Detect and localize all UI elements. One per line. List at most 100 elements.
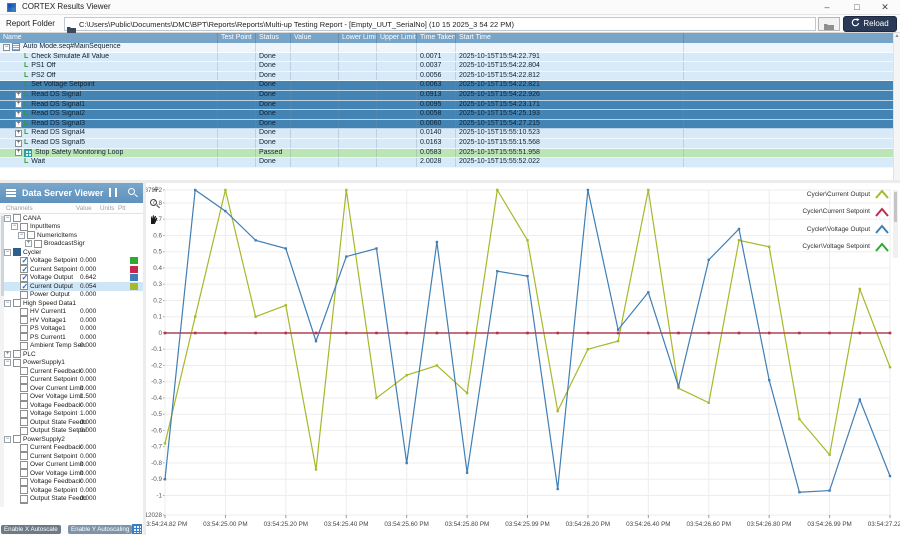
expand-box-icon[interactable]: + <box>15 149 22 156</box>
channel-row[interactable]: Ambient Temp Sen:0.000 <box>4 342 143 351</box>
channel-row[interactable]: HV Voltage10.000 <box>4 316 143 325</box>
channel-row[interactable]: −NumericItems <box>4 231 143 240</box>
expand-box-icon[interactable]: + <box>15 130 22 137</box>
result-row[interactable]: LWaitDone2.00282025-10-15T15:55:52.022 <box>0 158 893 168</box>
search-icon[interactable] <box>128 188 135 195</box>
expand-box-icon[interactable]: + <box>15 121 22 128</box>
collapse-box-icon[interactable]: − <box>18 232 25 239</box>
channel-row[interactable]: Over Voltage Limit0.000 <box>4 469 143 478</box>
col-time-taken[interactable]: Time Taken <box>417 33 456 43</box>
channel-checkbox[interactable] <box>20 257 28 265</box>
result-row[interactable]: LPS2 OffDone0.00562025-10-15T15:54:22.81… <box>0 72 893 82</box>
channel-checkbox[interactable] <box>20 410 28 418</box>
table-view-icon[interactable] <box>132 524 142 534</box>
zoom-tool-icon[interactable] <box>150 199 157 206</box>
expand-box-icon[interactable]: + <box>4 351 11 358</box>
result-row[interactable]: +LRead DS SignalDone0.09132025-10-15T15:… <box>0 91 893 101</box>
legend-scrollbar[interactable] <box>893 190 898 258</box>
result-row[interactable]: +LRead DS Signal4Done0.01402025-10-15T15… <box>0 129 893 139</box>
channel-checkbox[interactable] <box>13 350 21 358</box>
result-row[interactable]: +LRead DS Signal1Done0.00952025-10-15T15… <box>0 101 893 111</box>
result-row[interactable]: LCheck Simulate All ValueDone0.00712025-… <box>0 53 893 63</box>
legend-entry[interactable]: Cycler\Current Setpoint <box>670 207 890 217</box>
channel-checkbox[interactable] <box>20 384 28 392</box>
channel-checkbox[interactable] <box>20 325 28 333</box>
expand-box-icon[interactable]: + <box>15 140 22 147</box>
channel-row[interactable]: Over Current Limit0.000 <box>4 384 143 393</box>
expand-box-icon[interactable]: + <box>15 111 22 118</box>
channel-checkbox[interactable] <box>20 376 28 384</box>
col-test-point[interactable]: Test Point <box>218 33 256 43</box>
channel-checkbox[interactable] <box>34 240 42 248</box>
channel-checkbox[interactable] <box>13 214 21 222</box>
channel-row[interactable]: Voltage Setpoint0.000 <box>4 486 143 495</box>
channel-row[interactable]: −Cycler <box>4 248 143 257</box>
col-upper-limit[interactable]: Upper Limit <box>377 33 417 43</box>
channel-row[interactable]: Current Setpoint0.000 <box>4 265 143 274</box>
channel-checkbox[interactable] <box>20 478 28 486</box>
channel-checkbox[interactable] <box>20 274 28 282</box>
channel-checkbox[interactable] <box>20 367 28 375</box>
channel-row[interactable]: −PowerSupply2 <box>4 435 143 444</box>
report-folder-path-input[interactable] <box>64 17 816 31</box>
col-start-time[interactable]: Start Time <box>456 33 684 43</box>
channel-row[interactable]: −High Speed Data1 <box>4 299 143 308</box>
channel-row[interactable]: Output State Setpoi0.000 <box>4 427 143 436</box>
channel-checkbox[interactable] <box>13 359 21 367</box>
channel-checkbox[interactable] <box>20 393 28 401</box>
close-button[interactable]: ✕ <box>872 0 898 14</box>
channel-checkbox[interactable] <box>20 316 28 324</box>
expand-box-icon[interactable]: + <box>25 240 32 247</box>
enable-x-autoscale-button[interactable]: Enable X Autoscale <box>1 525 61 534</box>
channel-checkbox[interactable] <box>20 418 28 426</box>
result-row[interactable]: −Auto Mode.seq#MainSequence <box>0 43 893 53</box>
channel-checkbox[interactable] <box>27 231 35 239</box>
channel-row[interactable]: Current Feedback0.000 <box>4 444 143 453</box>
channel-checkbox[interactable] <box>20 444 28 452</box>
channel-checkbox[interactable] <box>13 248 21 256</box>
channel-row[interactable]: PS Current10.000 <box>4 333 143 342</box>
channel-row[interactable]: Voltage Setpoint0.000 <box>4 257 143 266</box>
channel-row[interactable]: Output State Setpoi0.000 <box>4 503 143 504</box>
channel-checkbox[interactable] <box>20 401 28 409</box>
channel-checkbox[interactable] <box>13 299 21 307</box>
channel-row[interactable]: Output State Feedb0.000 <box>4 418 143 427</box>
channel-checkbox[interactable] <box>20 291 28 299</box>
channel-checkbox[interactable] <box>20 308 28 316</box>
result-row[interactable]: +LRead DS Signal3Done0.00602025-10-15T15… <box>0 120 893 130</box>
channel-row[interactable]: Voltage Output0.642 <box>4 274 143 283</box>
collapse-box-icon[interactable]: − <box>4 359 11 366</box>
channel-checkbox[interactable] <box>20 427 28 435</box>
chart-panel[interactable]: 0.879720.80.70.60.50.40.30.20.10-0.1-0.2… <box>146 183 900 535</box>
legend-entry[interactable]: Cycler\Current Output <box>670 189 890 199</box>
browse-folder-button[interactable] <box>818 17 840 31</box>
pause-icon[interactable] <box>109 188 117 197</box>
collapse-box-icon[interactable]: − <box>4 249 11 256</box>
channel-checkbox[interactable] <box>20 342 28 350</box>
channel-row[interactable]: Voltage Feedback0.000 <box>4 478 143 487</box>
channel-row[interactable]: Over Current Limit0.000 <box>4 461 143 470</box>
expand-box-icon[interactable]: + <box>15 101 22 108</box>
channel-row[interactable]: Output State Feedb0.000 <box>4 495 143 504</box>
channel-checkbox[interactable] <box>20 469 28 477</box>
channel-row[interactable]: Voltage Feedback0.000 <box>4 401 143 410</box>
collapse-box-icon[interactable]: − <box>4 300 11 307</box>
channel-row[interactable]: −CANA <box>4 214 143 223</box>
collapse-box-icon[interactable]: − <box>3 44 10 51</box>
channel-row[interactable]: Current Feedback0.000 <box>4 367 143 376</box>
channel-row[interactable]: +BroadcastSigr <box>4 240 143 249</box>
cursor-crosshair-icon[interactable]: + <box>148 185 164 195</box>
channel-row[interactable]: PS Voltage10.000 <box>4 325 143 334</box>
channel-checkbox[interactable] <box>20 282 28 290</box>
channel-checkbox[interactable] <box>20 486 28 494</box>
channel-row[interactable]: Power Output0.000 <box>4 291 143 300</box>
channel-checkbox[interactable] <box>20 265 28 273</box>
legend-entry[interactable]: Cycler\Voltage Setpoint <box>670 242 890 252</box>
result-row[interactable]: +LRead DS Signal2Done0.00582025-10-15T15… <box>0 110 893 120</box>
channel-checkbox[interactable] <box>20 223 28 231</box>
channel-row[interactable]: Current Output0.054 <box>4 282 143 291</box>
channel-checkbox[interactable] <box>20 452 28 460</box>
channel-row[interactable]: −InputItems <box>4 223 143 232</box>
collapse-box-icon[interactable]: − <box>4 436 11 443</box>
enable-y-autoscaling-button[interactable]: Enable Y Autoscaling <box>68 525 132 534</box>
